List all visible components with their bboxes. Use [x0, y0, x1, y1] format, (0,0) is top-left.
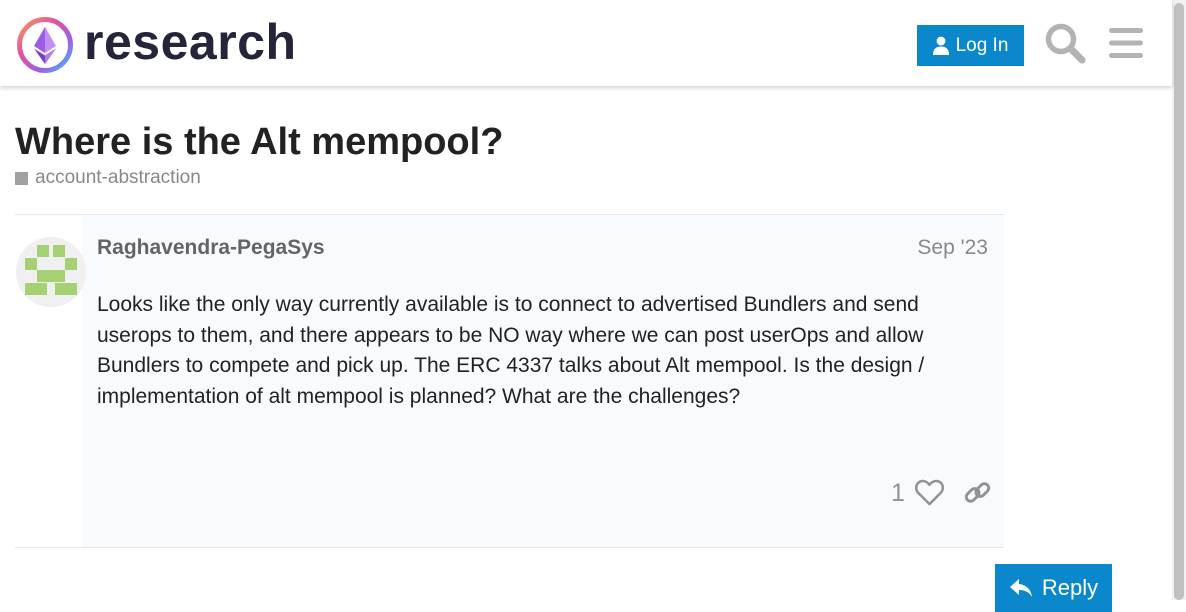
link-icon[interactable]: [964, 479, 991, 506]
avatar[interactable]: [16, 237, 86, 307]
hamburger-menu-icon[interactable]: [1105, 22, 1147, 64]
scrollbar-thumb[interactable]: [1174, 3, 1184, 600]
reply-label: Reply: [1041, 575, 1099, 600]
topic-title[interactable]: Where is the Alt mempool?: [15, 120, 503, 164]
login-label: Log In: [955, 34, 1009, 56]
site-logo-text[interactable]: research: [84, 12, 297, 72]
post-date[interactable]: Sep '23: [917, 235, 988, 261]
post-text: Looks like the only way currently availa…: [97, 293, 925, 408]
user-icon: [932, 36, 949, 55]
like-count[interactable]: 1: [891, 478, 905, 508]
category-badge[interactable]: account-abstraction: [15, 167, 201, 189]
post-author[interactable]: Raghavendra-PegaSys: [97, 235, 325, 261]
ethereum-logo-icon[interactable]: [16, 16, 74, 74]
site-header: research Log In: [0, 0, 1172, 86]
post-bottom-divider: [15, 547, 1004, 548]
page-scrollbar[interactable]: [1172, 0, 1186, 600]
reply-arrow-icon: [1009, 579, 1032, 597]
heart-icon[interactable]: [915, 478, 944, 507]
category-label: account-abstraction: [35, 167, 201, 188]
category-color-square: [15, 171, 28, 185]
login-button[interactable]: Log In: [917, 25, 1024, 66]
search-icon[interactable]: [1044, 22, 1086, 64]
reply-button[interactable]: Reply: [995, 564, 1112, 612]
